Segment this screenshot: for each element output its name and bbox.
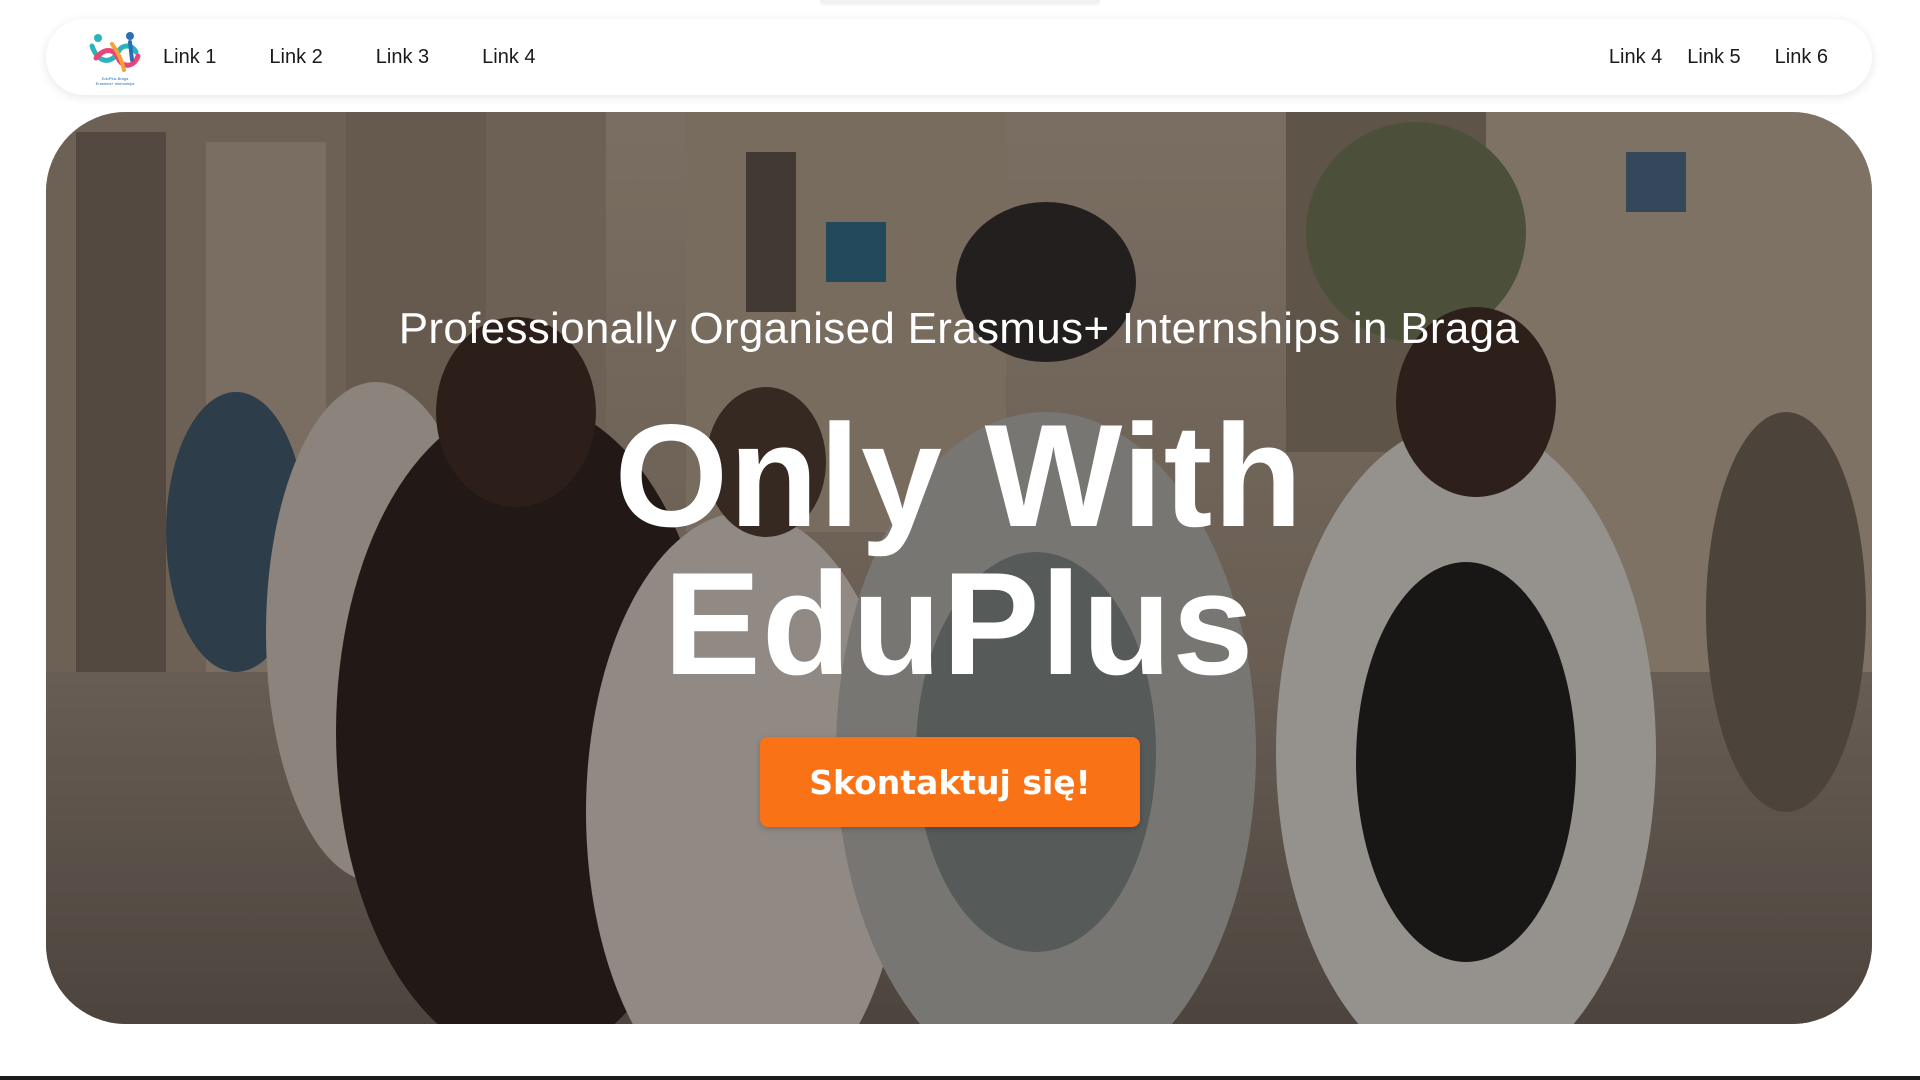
- hero-title-line1: Only With: [614, 394, 1304, 557]
- logo-caption-2: Erasmus+ Internships: [95, 81, 135, 86]
- nav-link-3[interactable]: Link 3: [376, 46, 429, 69]
- nav-link-4[interactable]: Link 4: [482, 46, 535, 69]
- nav-link-4-right[interactable]: Link 4: [1609, 46, 1662, 69]
- nav-right: Link 4 Link 5 Link 6: [1609, 19, 1828, 95]
- nav-left: Link 1 Link 2 Link 3 Link 4: [163, 19, 569, 95]
- navbar: EduPlus Braga Erasmus+ Internships Link …: [46, 19, 1872, 95]
- nav-link-2[interactable]: Link 2: [269, 46, 322, 69]
- hero-section: Professionally Organised Erasmus+ Intern…: [46, 112, 1872, 1024]
- nav-link-1[interactable]: Link 1: [163, 46, 216, 69]
- nav-link-6[interactable]: Link 6: [1775, 46, 1828, 69]
- hero-title-line2: EduPlus: [663, 542, 1255, 705]
- hero-title: Only With EduPlus: [46, 402, 1872, 698]
- logo[interactable]: EduPlus Braga Erasmus+ Internships: [88, 30, 142, 86]
- nav-link-5[interactable]: Link 5: [1687, 46, 1740, 69]
- bottom-edge-bar: [0, 1076, 1920, 1080]
- hero-subtitle: Professionally Organised Erasmus+ Intern…: [398, 304, 1520, 353]
- eduplus-logo-icon: [89, 32, 141, 72]
- page: EduPlus Braga Erasmus+ Internships Link …: [0, 0, 1920, 1080]
- contact-button[interactable]: Skontaktuj się!: [760, 737, 1140, 827]
- top-handle: [820, 0, 1100, 4]
